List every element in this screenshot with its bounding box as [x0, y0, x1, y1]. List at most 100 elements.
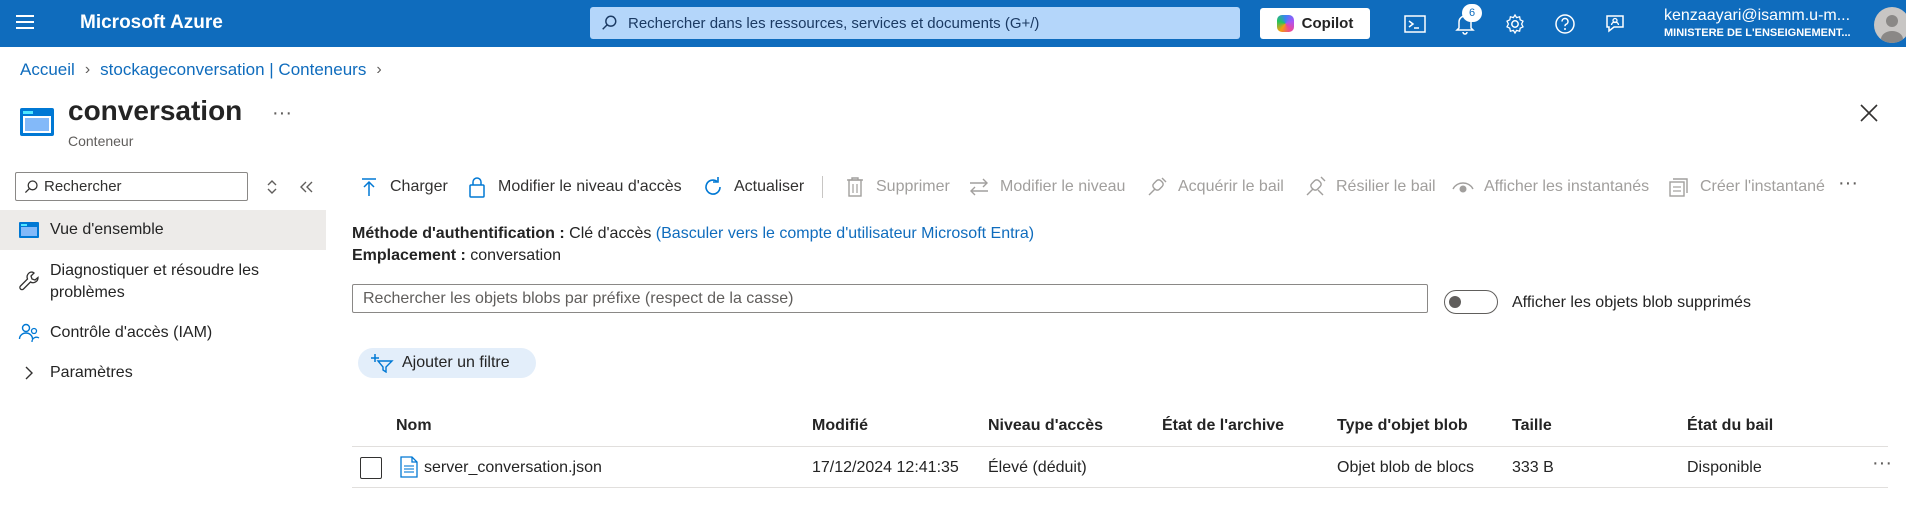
nav-search-input[interactable] [44, 173, 244, 200]
break-lease-label: Résilier le bail [1336, 178, 1436, 195]
breadcrumb-home[interactable]: Accueil [20, 60, 75, 80]
refresh-icon [702, 176, 724, 198]
cell-modified: 17/12/2024 12:41:35 [812, 459, 959, 476]
nav-search[interactable] [15, 172, 248, 201]
switch-to-entra-link[interactable]: (Basculer vers le compte d'utilisateur M… [656, 225, 1034, 242]
breadcrumb-separator-icon: › [376, 61, 382, 78]
show-deleted-blobs-toggle[interactable] [1444, 290, 1498, 314]
cloud-shell-icon[interactable] [1402, 11, 1428, 37]
upload-button[interactable]: Charger [358, 172, 448, 202]
lock-icon [466, 176, 488, 198]
row-more-button[interactable]: ··· [1872, 452, 1892, 475]
column-header-name[interactable]: Nom [396, 417, 432, 435]
global-search-input[interactable] [628, 7, 1228, 39]
upload-icon [358, 176, 380, 198]
sidebar-item-label: Vue d'ensemble [50, 221, 164, 238]
sidebar-item-label: Contrôle d'accès (IAM) [50, 324, 213, 341]
column-header-size[interactable]: Taille [1512, 417, 1552, 435]
settings-gear-icon[interactable] [1502, 11, 1528, 37]
change-tier-label: Modifier le niveau [1000, 178, 1126, 195]
upload-label: Charger [390, 178, 448, 195]
command-bar: Charger Modifier le niveau d'accès Actua… [350, 172, 1890, 202]
toolbar-more-button[interactable]: ··· [1838, 172, 1858, 195]
copilot-button[interactable]: Copilot [1260, 8, 1370, 39]
toolbar-divider [822, 176, 823, 198]
location-value: conversation [470, 247, 561, 264]
portal-brand[interactable]: Microsoft Azure [80, 12, 223, 34]
collapse-double-chevron-icon[interactable] [296, 177, 316, 197]
menu-icon[interactable] [16, 15, 34, 31]
page-title: conversation [68, 95, 243, 126]
blob-name-link[interactable]: server_conversation.json [424, 459, 602, 477]
sidebar-item-label: Paramètres [50, 364, 133, 381]
page-subtitle: Conteneur [68, 133, 134, 149]
add-filter-icon [371, 354, 394, 373]
container-icon [20, 108, 54, 136]
column-header-archive-status[interactable]: État de l'archive [1162, 417, 1284, 435]
file-document-icon [400, 456, 418, 478]
global-search[interactable] [590, 7, 1240, 39]
add-filter-label: Ajouter un filtre [402, 354, 510, 371]
table-row-divider [352, 487, 1888, 488]
eye-icon [1452, 176, 1474, 198]
change-tier-button[interactable]: Modifier le niveau [968, 172, 1125, 202]
help-icon[interactable] [1552, 11, 1578, 37]
feedback-icon[interactable] [1602, 11, 1628, 37]
sidebar-item-settings[interactable]: Paramètres [0, 362, 326, 392]
breadcrumb: Accueil › stockageconversation | Contene… [20, 60, 392, 80]
link-icon [1146, 176, 1168, 198]
change-access-level-button[interactable]: Modifier le niveau d'accès [466, 172, 682, 202]
sidebar-item-overview[interactable]: Vue d'ensemble [0, 210, 326, 250]
account-org: MINISTERE DE L'ENSEIGNEMENT... [1664, 27, 1851, 39]
table-row[interactable]: server_conversation.json 17/12/2024 12:4… [352, 448, 1892, 488]
title-more-button[interactable]: ··· [272, 102, 292, 125]
row-checkbox[interactable] [360, 457, 382, 479]
cell-blob-type: Objet blob de blocs [1337, 459, 1474, 476]
sidebar-item-label: Diagnostiquer et résoudre les problèmes [50, 262, 260, 301]
auth-method-value: Clé d'accès [569, 225, 652, 242]
sort-updown-icon[interactable] [262, 177, 282, 197]
create-snapshot-button[interactable]: Créer l'instantané [1668, 172, 1825, 202]
close-icon[interactable] [1858, 102, 1880, 124]
cell-lease-state: Disponible [1687, 459, 1762, 476]
location-label: Emplacement : [352, 247, 466, 264]
blob-prefix-search-input[interactable] [352, 284, 1428, 313]
search-icon [602, 15, 617, 30]
create-snapshot-label: Créer l'instantané [1700, 178, 1825, 195]
view-snapshots-button[interactable]: Afficher les instantanés [1452, 172, 1649, 202]
change-access-label: Modifier le niveau d'accès [498, 178, 682, 195]
auth-method-row: Méthode d'authentification : Clé d'accès… [352, 225, 1034, 243]
account-menu[interactable]: kenzaayari@isamm.u-m... MINISTERE DE L'E… [1664, 7, 1864, 39]
auth-method-label: Méthode d'authentification : [352, 225, 565, 242]
search-icon [24, 180, 38, 194]
breadcrumb-storage-account[interactable]: stockageconversation | Conteneurs [100, 60, 366, 80]
avatar[interactable] [1874, 7, 1906, 43]
view-snapshots-label: Afficher les instantanés [1484, 178, 1650, 195]
cell-size: 333 B [1512, 459, 1554, 476]
show-deleted-blobs-label: Afficher les objets blob supprimés [1512, 294, 1751, 311]
column-header-access-tier[interactable]: Niveau d'accès [988, 417, 1103, 435]
broken-link-icon [1304, 176, 1326, 198]
acquire-lease-label: Acquérir le bail [1178, 178, 1284, 195]
wrench-icon [19, 271, 39, 291]
container-icon [19, 222, 39, 238]
notification-badge: 6 [1462, 4, 1482, 22]
acquire-lease-button[interactable]: Acquérir le bail [1146, 172, 1284, 202]
chevron-right-icon [25, 366, 33, 380]
cell-access-tier: Élevé (déduit) [988, 459, 1087, 476]
toggle-knob [1449, 296, 1461, 308]
add-filter-button[interactable]: Ajouter un filtre [358, 348, 536, 378]
column-header-lease-state[interactable]: État du bail [1687, 417, 1773, 435]
copilot-label: Copilot [1301, 15, 1354, 32]
top-bar: Microsoft Azure Copilot 6 kenzaayari@isa… [0, 0, 1906, 47]
trash-icon [844, 176, 866, 198]
column-header-blob-type[interactable]: Type d'objet blob [1337, 417, 1468, 435]
account-user: kenzaayari@isamm.u-m... [1664, 7, 1851, 24]
sidebar-item-diagnose[interactable]: Diagnostiquer et résoudre les problèmes [0, 258, 326, 308]
sidebar-item-iam[interactable]: Contrôle d'accès (IAM) [0, 322, 326, 352]
delete-button[interactable]: Supprimer [844, 172, 950, 202]
refresh-button[interactable]: Actualiser [702, 172, 804, 202]
column-header-modified[interactable]: Modifié [812, 417, 868, 435]
breadcrumb-separator-icon: › [84, 61, 91, 78]
break-lease-button[interactable]: Résilier le bail [1304, 172, 1436, 202]
